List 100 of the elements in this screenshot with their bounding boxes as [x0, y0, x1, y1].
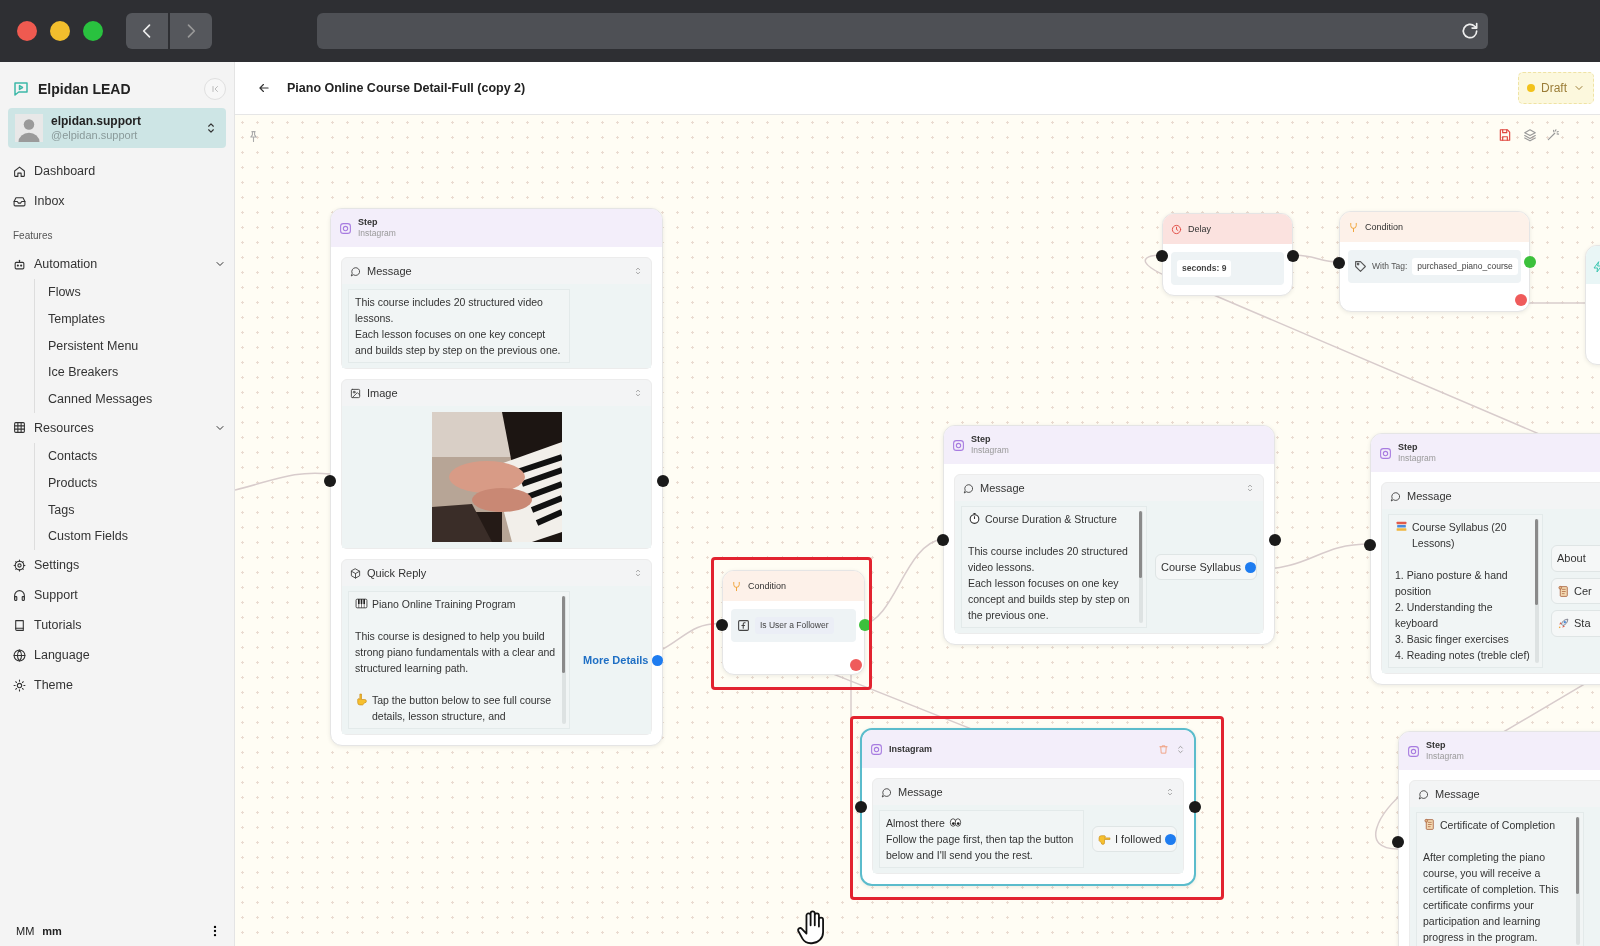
collapse-icon — [209, 83, 221, 95]
user-initials: MM — [16, 923, 35, 939]
nav-item[interactable]: Dashboard — [8, 156, 226, 186]
message-text: Tap the button below to see full course details, lesson structure, and — [372, 693, 553, 724]
reply-button[interactable]: Course Syllabus — [1155, 553, 1257, 581]
block-title: Message — [898, 784, 944, 800]
true-handle — [1524, 256, 1536, 268]
node-title: Condition — [748, 580, 787, 592]
status-dropdown[interactable]: Draft — [1518, 72, 1594, 104]
nav-item[interactable]: Automation — [8, 249, 226, 279]
gear-icon — [13, 558, 26, 572]
reply-button[interactable]: Cer — [1551, 577, 1600, 605]
nav-subitem[interactable]: Flows — [48, 279, 226, 306]
nav-subitem[interactable]: Canned Messages — [48, 386, 226, 413]
forward-button[interactable] — [170, 13, 212, 49]
headphones-icon — [13, 588, 26, 602]
chat-bubble-icon — [350, 265, 361, 277]
false-handle — [850, 659, 862, 671]
nav-item[interactable]: Resources — [8, 413, 226, 443]
status-dot — [1527, 84, 1535, 92]
message-text: Course Duration & Structure — [985, 512, 1117, 527]
node-title: Step — [358, 217, 379, 228]
block-title: Message — [1407, 488, 1453, 504]
sun-icon — [13, 678, 26, 692]
node-title: Step — [1398, 442, 1419, 453]
input-handle — [324, 475, 336, 487]
node-title: Delay — [1188, 223, 1211, 235]
account-handle: @elpidan.support — [51, 128, 139, 142]
node-subtitle: Instagram — [358, 228, 397, 239]
block-title: Quick Reply — [367, 565, 428, 581]
input-handle — [1333, 257, 1345, 269]
image-icon — [350, 387, 361, 399]
message-text: 1. Piano posture & hand position 2. Understanding the keyboard 3. Basic finger exercises 4. Reading notes (treble clef) — [1395, 569, 1530, 661]
chat-bubble-icon — [1418, 788, 1429, 800]
nav-subitem[interactable]: Products — [48, 469, 226, 497]
chat-bubble-icon — [1390, 490, 1401, 502]
reply-button[interactable]: About — [1551, 545, 1600, 572]
message-text: After completing the piano course, you will receive a certificate of completion. This certificate confirms your participation and learning progress in the program. — [1423, 851, 1559, 943]
reply-button[interactable]: I followed — [1092, 825, 1177, 853]
node-title: Step — [1426, 740, 1447, 751]
cube-icon — [350, 567, 361, 579]
branch-icon — [1348, 221, 1359, 233]
nav-item[interactable]: Inbox — [8, 186, 226, 216]
message-text: This course is designed to help you build strong piano fundamentals with a clear and structured learning path. — [355, 630, 556, 674]
nav-subitem[interactable]: Custom Fields — [48, 523, 226, 551]
node-subtitle: Instagram — [1398, 453, 1437, 464]
tag-value: purchased_piano_course — [1412, 258, 1518, 275]
page-title: Piano Online Course Detail-Full (copy 2) — [287, 79, 527, 97]
nav-subitem[interactable]: Persistent Menu — [48, 332, 226, 360]
back-arrow-icon[interactable] — [257, 81, 271, 95]
function-icon — [737, 618, 750, 632]
input-handle — [855, 801, 867, 813]
close-window-icon[interactable] — [17, 21, 37, 41]
output-handle — [1287, 250, 1299, 262]
nav-subitem[interactable]: Templates — [48, 305, 226, 333]
layers-icon[interactable] — [1523, 128, 1537, 142]
book-icon — [13, 618, 26, 632]
reply-button[interactable]: Sta — [1551, 610, 1600, 637]
chat-bubble-icon — [881, 786, 892, 798]
false-handle — [1515, 294, 1527, 306]
nav-subitem[interactable]: Contacts — [48, 443, 226, 470]
rule-label: With Tag: — [1372, 260, 1408, 273]
trash-icon — [1158, 743, 1169, 755]
maximize-window-icon[interactable] — [83, 21, 103, 41]
output-handle — [657, 475, 669, 487]
message-text: Almost there — [886, 816, 945, 831]
message-text: Each lesson focuses on one key concept and builds step by step on the previous one. — [355, 328, 561, 356]
connection-handle — [652, 654, 664, 666]
output-handle — [1189, 801, 1201, 813]
chevron-up-down-icon — [1175, 743, 1186, 755]
chevron-up-down-icon — [633, 266, 643, 276]
node-title: Step — [971, 434, 992, 445]
nav-subitem[interactable]: Tags — [48, 496, 226, 524]
tag-icon — [1354, 259, 1367, 273]
robot-icon — [13, 257, 26, 271]
section-label: Features — [12, 229, 54, 243]
pin-icon[interactable] — [247, 130, 260, 143]
nav-item[interactable]: Theme — [8, 670, 226, 701]
nav-item[interactable]: Tutorials — [8, 610, 226, 641]
globe-icon — [13, 648, 26, 662]
nav-item[interactable]: Settings — [8, 550, 226, 581]
block-title: Message — [980, 480, 1026, 496]
back-button[interactable] — [126, 13, 168, 49]
camera-icon — [870, 742, 883, 756]
nav-item[interactable]: Support — [8, 580, 226, 611]
home-icon — [13, 164, 26, 178]
minimize-window-icon[interactable] — [50, 21, 70, 41]
account-switcher[interactable]: elpidan.support @elpidan.support — [8, 108, 226, 148]
message-text: Follow the page first, then tap the button below and I'll send you the rest. — [886, 833, 1074, 861]
camera-icon — [1407, 744, 1420, 758]
save-icon[interactable] — [1498, 128, 1512, 142]
input-handle — [1392, 836, 1404, 848]
input-handle — [1156, 250, 1168, 262]
magic-wand-icon[interactable] — [1546, 128, 1560, 142]
account-name: elpidan.support — [51, 114, 142, 128]
camera-icon — [1379, 446, 1392, 460]
nav-subitem[interactable]: Ice Breakers — [48, 359, 226, 387]
node-subtitle: Instagram — [971, 445, 1010, 456]
nav-item[interactable]: Language — [8, 640, 226, 671]
input-handle — [716, 619, 728, 631]
